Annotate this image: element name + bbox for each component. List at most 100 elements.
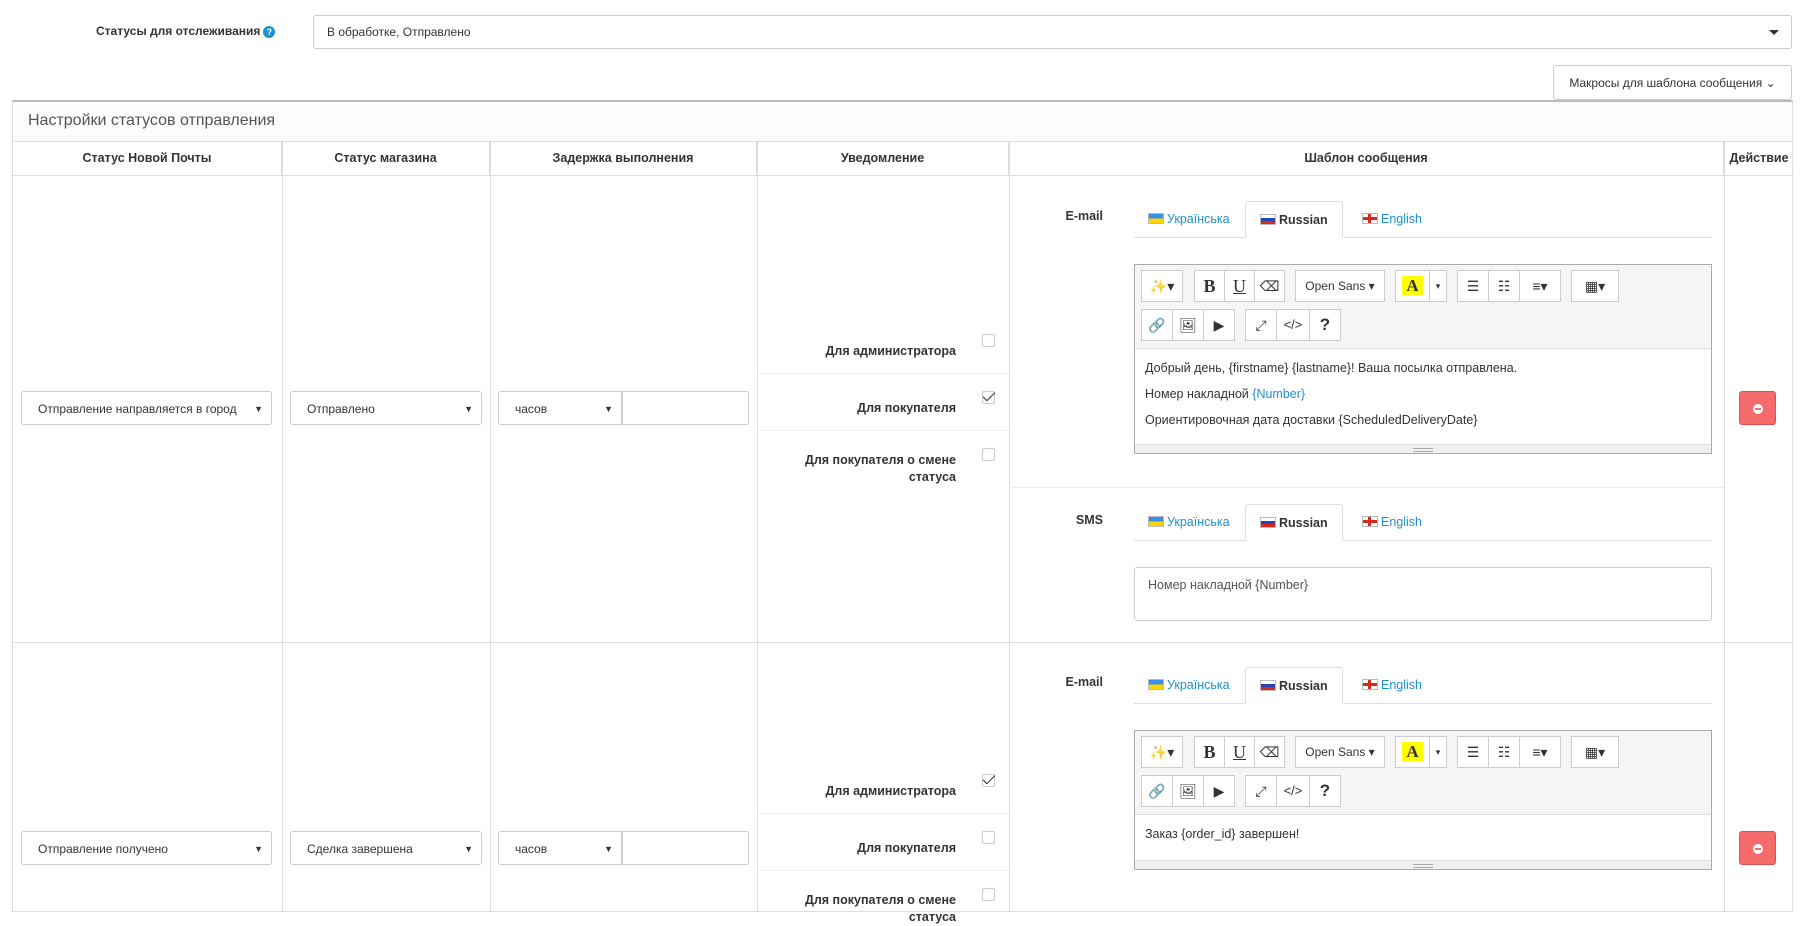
uk-flag-icon bbox=[1362, 516, 1378, 527]
email-channel-label: E-mail bbox=[1065, 209, 1103, 223]
column-divider bbox=[490, 142, 491, 911]
tab-english[interactable]: English bbox=[1348, 504, 1436, 541]
link-icon[interactable]: 🔗 bbox=[1141, 775, 1173, 807]
notify-admin-checkbox[interactable] bbox=[982, 334, 995, 347]
video-icon[interactable]: ▶ bbox=[1203, 775, 1235, 807]
email-editor: ✨▾ B U ⌫ Open Sans ▾ A ▾ ☰ ☷ ≡▾ ▦▾ 🔗 🖼 ▶… bbox=[1134, 730, 1712, 870]
color-dropdown-caret[interactable]: ▾ bbox=[1429, 736, 1447, 768]
tab-ukrainian[interactable]: Українська bbox=[1134, 504, 1244, 541]
email-editor-body[interactable]: Заказ {order_id} завершен! bbox=[1135, 815, 1711, 860]
sms-textarea[interactable]: Номер накладной {Number} bbox=[1134, 567, 1712, 621]
help-button[interactable]: ? bbox=[1309, 775, 1341, 807]
help-button[interactable]: ? bbox=[1309, 309, 1341, 341]
tab-english[interactable]: English bbox=[1348, 201, 1436, 238]
tab-russian[interactable]: Russian bbox=[1245, 201, 1343, 238]
divider bbox=[757, 430, 1009, 431]
col-header-template: Шаблон сообщения bbox=[1009, 142, 1724, 176]
tab-ukrainian[interactable]: Українська bbox=[1134, 667, 1244, 704]
editor-resize-handle[interactable] bbox=[1135, 444, 1711, 453]
editor-resize-handle[interactable] bbox=[1135, 860, 1711, 869]
delay-unit-select[interactable]: часов ▼ bbox=[498, 831, 622, 865]
image-icon[interactable]: 🖼 bbox=[1172, 309, 1204, 341]
magic-wand-icon[interactable]: ✨▾ bbox=[1141, 736, 1183, 768]
delete-row-button[interactable] bbox=[1739, 831, 1776, 865]
table-icon[interactable]: ▦▾ bbox=[1571, 270, 1619, 302]
highlight-color-button[interactable]: A bbox=[1395, 270, 1430, 302]
delay-value-input[interactable] bbox=[622, 831, 749, 865]
status-settings-panel: Настройки статусов отправления Статус Но… bbox=[12, 100, 1794, 924]
tracking-statuses-value: В обработке, Отправлено bbox=[327, 25, 471, 39]
col-header-notification: Уведомление bbox=[757, 142, 1009, 176]
magic-wand-icon[interactable]: ✨▾ bbox=[1141, 270, 1183, 302]
caret-down-icon: ▼ bbox=[254, 844, 263, 854]
notify-buyer-status-label: Для покупателя о смене статуса bbox=[804, 453, 956, 484]
delay-unit-select[interactable]: часов ▼ bbox=[498, 391, 622, 425]
tab-ukrainian[interactable]: Українська bbox=[1134, 201, 1244, 238]
color-dropdown-caret[interactable]: ▾ bbox=[1429, 270, 1447, 302]
fullscreen-icon[interactable]: ⤢ bbox=[1245, 309, 1277, 341]
tab-russian[interactable]: Russian bbox=[1245, 504, 1343, 541]
link-icon[interactable]: 🔗 bbox=[1141, 309, 1173, 341]
shop-status-select[interactable]: Сделка завершена ▼ bbox=[290, 831, 482, 865]
align-icon[interactable]: ≡▾ bbox=[1519, 270, 1561, 302]
column-divider bbox=[1724, 142, 1725, 911]
tracking-statuses-select[interactable]: В обработке, Отправлено bbox=[313, 15, 1792, 49]
email-language-tabs: Українська Russian English bbox=[1134, 667, 1712, 704]
notify-buyer-status-checkbox[interactable] bbox=[982, 888, 995, 901]
notify-admin-label: Для администратора bbox=[825, 344, 956, 358]
help-icon[interactable]: ? bbox=[263, 26, 276, 38]
bullet-list-icon[interactable]: ☰ bbox=[1457, 736, 1489, 768]
font-family-dropdown[interactable]: Open Sans ▾ bbox=[1295, 270, 1385, 302]
column-divider bbox=[1009, 142, 1010, 911]
numbered-list-icon[interactable]: ☷ bbox=[1488, 736, 1520, 768]
tracking-statuses-label: Статусы для отслеживания? bbox=[96, 24, 276, 38]
delay-value-input[interactable] bbox=[622, 391, 749, 425]
tab-english[interactable]: English bbox=[1348, 667, 1436, 704]
divider bbox=[757, 870, 1009, 871]
chevron-down-icon bbox=[1769, 30, 1779, 35]
ukraine-flag-icon bbox=[1148, 516, 1164, 527]
delete-row-button[interactable] bbox=[1739, 391, 1776, 425]
eraser-icon[interactable]: ⌫ bbox=[1254, 270, 1285, 302]
notify-buyer-label: Для покупателя bbox=[857, 841, 956, 855]
email-channel-label: E-mail bbox=[1065, 675, 1103, 689]
notify-buyer-label: Для покупателя bbox=[857, 401, 956, 415]
divider bbox=[1009, 487, 1724, 488]
panel-title: Настройки статусов отправления bbox=[13, 102, 1792, 142]
code-view-button[interactable]: </> bbox=[1276, 775, 1310, 807]
notify-admin-checkbox[interactable] bbox=[982, 774, 995, 787]
bullet-list-icon[interactable]: ☰ bbox=[1457, 270, 1489, 302]
underline-button[interactable]: U bbox=[1224, 270, 1255, 302]
uk-flag-icon bbox=[1362, 213, 1378, 224]
eraser-icon[interactable]: ⌫ bbox=[1254, 736, 1285, 768]
notify-buyer-checkbox[interactable] bbox=[982, 831, 995, 844]
bold-button[interactable]: B bbox=[1194, 270, 1225, 302]
align-icon[interactable]: ≡▾ bbox=[1519, 736, 1561, 768]
fullscreen-icon[interactable]: ⤢ bbox=[1245, 775, 1277, 807]
shop-status-select[interactable]: Отправлено ▼ bbox=[290, 391, 482, 425]
caret-down-icon: ▼ bbox=[254, 404, 263, 414]
bold-button[interactable]: B bbox=[1194, 736, 1225, 768]
numbered-list-icon[interactable]: ☷ bbox=[1488, 270, 1520, 302]
highlight-color-button[interactable]: A bbox=[1395, 736, 1430, 768]
col-header-shop-status: Статус магазина bbox=[282, 142, 490, 176]
macros-dropdown-button[interactable]: Макросы для шаблона сообщения ⌄ bbox=[1553, 65, 1792, 100]
email-editor: ✨▾ B U ⌫ Open Sans ▾ A ▾ ☰ ☷ ≡▾ ▦▾ 🔗 🖼 ▶… bbox=[1134, 264, 1712, 454]
row-divider bbox=[13, 642, 1792, 643]
np-status-select[interactable]: Отправление направляется в город ▼ bbox=[21, 391, 272, 425]
font-family-dropdown[interactable]: Open Sans ▾ bbox=[1295, 736, 1385, 768]
np-status-select[interactable]: Отправление получено ▼ bbox=[21, 831, 272, 865]
notify-buyer-status-checkbox[interactable] bbox=[982, 448, 995, 461]
notify-buyer-checkbox[interactable] bbox=[982, 391, 995, 404]
image-icon[interactable]: 🖼 bbox=[1172, 775, 1204, 807]
table-icon[interactable]: ▦▾ bbox=[1571, 736, 1619, 768]
ukraine-flag-icon bbox=[1148, 213, 1164, 224]
russia-flag-icon bbox=[1260, 680, 1276, 691]
code-view-button[interactable]: </> bbox=[1276, 309, 1310, 341]
column-divider bbox=[282, 142, 283, 911]
email-editor-body[interactable]: Добрый день, {firstname} {lastname}! Ваш… bbox=[1135, 349, 1711, 444]
col-header-delay: Задержка выполнения bbox=[490, 142, 757, 176]
video-icon[interactable]: ▶ bbox=[1203, 309, 1235, 341]
tab-russian[interactable]: Russian bbox=[1245, 667, 1343, 704]
underline-button[interactable]: U bbox=[1224, 736, 1255, 768]
